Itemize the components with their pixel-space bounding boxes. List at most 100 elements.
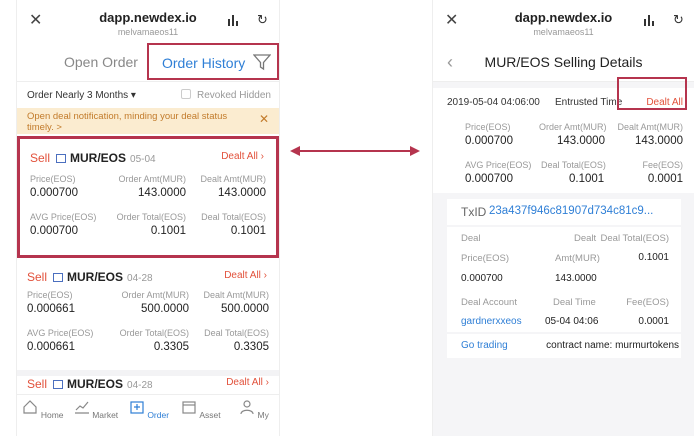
nav-label: Order	[147, 410, 170, 420]
computer-icon	[53, 380, 64, 389]
chart-bars-icon[interactable]	[644, 15, 655, 26]
deal-price-value: 0.000700	[461, 273, 503, 284]
avg-price-value: 0.000700	[465, 173, 513, 185]
nav-order[interactable]: Order	[125, 399, 173, 420]
order-status-link[interactable]: Dealt All ›	[226, 377, 269, 388]
deal-total-value: 0.3305	[233, 341, 269, 353]
dealt-amt-label: Dealt Amt(MUR)	[200, 174, 266, 184]
avg-price-value: 0.000661	[27, 341, 75, 353]
filter-row: Order Nearly 3 Months ▾ Revoked Hidden	[17, 82, 279, 108]
deal-amt-value: 143.0000	[555, 273, 597, 284]
deal-total-value: 0.1001	[638, 252, 669, 263]
dealt-amt-value: 143.0000	[635, 135, 683, 147]
deal-time-value: 05-04 04:06	[545, 316, 599, 327]
account-name: melvamaeos11	[117, 27, 179, 37]
details-header: ‹ MUR/EOS Selling Details	[433, 42, 694, 82]
nav-home[interactable]: Home	[19, 399, 67, 420]
order-date: 04-28	[127, 380, 153, 391]
nav-label: Home	[40, 410, 64, 420]
nav-market[interactable]: Market	[72, 399, 120, 420]
revoked-hidden-checkbox[interactable]	[181, 89, 191, 99]
deal-notification-banner[interactable]: Open deal notification, minding your dea…	[17, 108, 279, 134]
deal-total-value: 0.1001	[569, 173, 605, 185]
deal-amt-label: Amt(MUR)	[555, 253, 600, 264]
avg-price-label: AVG Price(EOS)	[465, 160, 532, 170]
fee-label: Fee(EOS)	[642, 160, 683, 170]
account-name: melvamaeos11	[533, 27, 594, 37]
deal-record: Deal Dealt Deal Total(EOS) Price(EOS) Am…	[447, 227, 681, 332]
entrusted-time-label: Entrusted Time	[555, 97, 623, 108]
order-card[interactable]: Sell MUR/EOS 05-04 Dealt All › Price(EOS) …	[17, 136, 279, 258]
avg-price-label: AVG Price(EOS)	[30, 212, 97, 222]
close-icon[interactable]: ✕	[259, 113, 269, 125]
nav-label: Market	[92, 410, 119, 420]
order-date: 04-28	[127, 273, 153, 284]
order-amt-value: 500.0000	[141, 303, 189, 315]
deal-heading: Deal	[461, 233, 481, 244]
price-label: Price(EOS)	[465, 122, 511, 132]
order-pair: MUR/EOS	[67, 270, 124, 284]
order-card[interactable]: Sell MUR/EOS 04-28 Dealt All ›	[17, 373, 279, 393]
avg-price-value: 0.000700	[30, 225, 78, 237]
order-total-label: Order Total(EOS)	[116, 212, 186, 222]
deal-total-label: Deal Total(EOS)	[204, 328, 269, 338]
nav-asset[interactable]: Asset	[177, 399, 225, 420]
order-amt-value: 143.0000	[557, 135, 605, 147]
order-total-label: Order Total(EOS)	[119, 328, 189, 338]
order-amt-label: Order Amt(MUR)	[539, 122, 607, 132]
deal-account-link[interactable]: gardnerxxeos	[461, 316, 522, 327]
order-header: Sell MUR/EOS 05-04	[30, 151, 156, 165]
tab-open-order[interactable]: Open Order	[64, 54, 138, 70]
chart-bars-icon[interactable]	[228, 15, 239, 26]
price-value: 0.000661	[27, 303, 75, 315]
price-label: Price(EOS)	[30, 174, 76, 184]
dealt-amt-value: 143.0000	[218, 187, 266, 199]
order-amt-label: Order Amt(MUR)	[118, 174, 187, 184]
reload-icon[interactable]: ↻	[673, 12, 684, 28]
price-label: Price(EOS)	[27, 290, 73, 300]
deal-total-label: Deal Total(EOS)	[201, 212, 266, 222]
deal-total-label: Deal Total(EOS)	[541, 160, 606, 170]
order-card[interactable]: Sell MUR/EOS 04-28 Dealt All › Price(EOS) …	[17, 258, 279, 376]
status-highlight-box: Dealt All	[617, 77, 687, 110]
browser-topbar: ✕ dapp.newdex.io melvamaeos11 ↻	[17, 0, 279, 42]
home-icon	[23, 400, 38, 414]
order-total-value: 0.3305	[153, 341, 189, 353]
order-amt-value: 143.0000	[138, 187, 186, 199]
period-select[interactable]: Order Nearly 3 Months ▾	[27, 90, 136, 101]
order-header: Sell MUR/EOS 04-28	[27, 270, 153, 284]
notice-line-1: Open deal notification, minding your dea…	[27, 111, 228, 122]
site-title: dapp.newdex.io	[99, 10, 197, 25]
price-value: 0.000700	[30, 187, 78, 199]
order-side: Sell	[30, 151, 51, 165]
txid-value[interactable]: 23a437f946c81907d734c81c9...	[489, 205, 653, 217]
tab-order-history[interactable]: Order History	[162, 55, 245, 71]
order-status-link[interactable]: Dealt All ›	[224, 270, 267, 281]
order-side: Sell	[27, 377, 48, 391]
go-trading-link[interactable]: Go trading	[461, 340, 508, 351]
computer-icon	[53, 273, 64, 282]
dealt-amt-value: 500.0000	[221, 303, 269, 315]
order-status-link[interactable]: Dealt All ›	[221, 151, 264, 162]
filter-icon[interactable]	[253, 53, 271, 71]
order-summary: 2019-05-04 04:06:00 Entrusted Time Dealt…	[433, 77, 694, 193]
nav-label: My	[257, 410, 269, 420]
nav-label: Asset	[199, 410, 221, 420]
deal-account-label: Deal Account	[461, 297, 517, 308]
browser-topbar: ✕ dapp.newdex.io melvamaeos11 ↻	[433, 0, 694, 42]
txid-row[interactable]: TxID 23a437f946c81907d734c81c9...	[447, 199, 681, 225]
page-title: MUR/EOS Selling Details	[484, 54, 643, 70]
nav-my[interactable]: My	[230, 399, 278, 420]
deal-total-value: 0.1001	[230, 225, 266, 237]
wallet-icon	[182, 401, 197, 414]
order-header: Sell MUR/EOS 04-28	[27, 377, 153, 391]
revoked-hidden-label: Revoked Hidden	[197, 90, 271, 101]
order-pair: MUR/EOS	[67, 377, 124, 391]
contract-name: contract name: murmurtokens	[546, 340, 679, 351]
order-date: 05-04	[130, 154, 156, 165]
reload-icon[interactable]: ↻	[257, 12, 268, 28]
double-arrow-icon	[290, 146, 420, 156]
deal-fee-label: Fee(EOS)	[626, 297, 669, 308]
selling-details-screen: ✕ dapp.newdex.io melvamaeos11 ↻ ‹ MUR/EO…	[432, 0, 694, 436]
deal-time-label: Deal Time	[553, 297, 596, 308]
